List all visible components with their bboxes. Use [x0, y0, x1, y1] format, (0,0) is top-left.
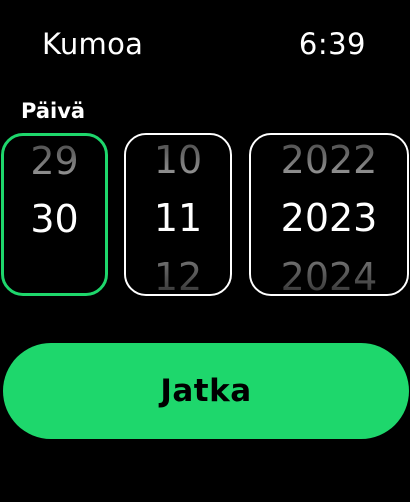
year-selected-value: 2023: [280, 196, 378, 240]
continue-button[interactable]: Jatka: [3, 343, 409, 439]
day-selected-value: 30: [30, 197, 79, 241]
month-selected-value: 11: [153, 196, 203, 240]
month-next-value: 12: [153, 255, 203, 296]
year-prev-value: 2022: [280, 138, 378, 182]
month-prev-value: 10: [153, 138, 203, 182]
top-bar: Kumoa 6:39: [0, 0, 410, 90]
date-picker-label: Päivä: [21, 99, 86, 123]
year-picker-wheel[interactable]: 2022 2023 2024: [249, 133, 409, 296]
cancel-button[interactable]: Kumoa: [42, 27, 143, 61]
month-picker-wheel[interactable]: 10 11 12: [124, 133, 232, 296]
wheel-fade-bottom: [4, 253, 105, 293]
year-next-value: 2024: [280, 255, 378, 296]
day-prev-value: 29: [30, 139, 79, 183]
day-picker-wheel[interactable]: 29 30: [1, 133, 108, 296]
status-clock: 6:39: [298, 27, 366, 61]
